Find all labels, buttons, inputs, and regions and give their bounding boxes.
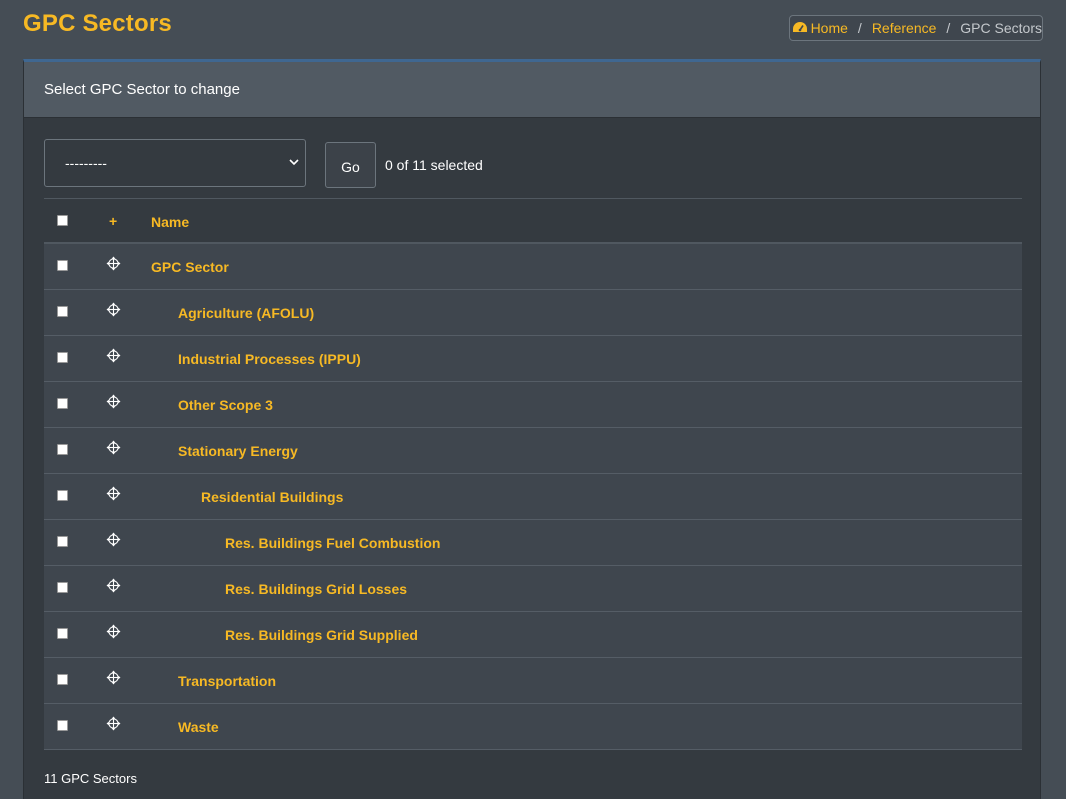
table-row: Res. Buildings Fuel Combustion xyxy=(44,520,1022,566)
row-name-link[interactable]: Other Scope 3 xyxy=(178,397,273,413)
table-row: Industrial Processes (IPPU) xyxy=(44,336,1022,382)
row-name-link[interactable]: Res. Buildings Grid Supplied xyxy=(225,627,418,643)
move-icon[interactable] xyxy=(106,440,121,455)
row-name-link[interactable]: Stationary Energy xyxy=(178,443,298,459)
actions-bar: --------- Go 0 of 11 selected xyxy=(44,139,1022,189)
move-icon[interactable] xyxy=(106,256,121,271)
action-select[interactable]: --------- xyxy=(44,139,306,187)
table-row: Res. Buildings Grid Losses xyxy=(44,566,1022,612)
move-icon[interactable] xyxy=(106,670,121,685)
row-checkbox[interactable] xyxy=(57,536,68,547)
table-row: Waste xyxy=(44,704,1022,750)
results-table: + Name GPC Sector Agriculture (AFOLU) Indu… xyxy=(44,198,1022,750)
row-checkbox[interactable] xyxy=(57,352,68,363)
table-header: + Name xyxy=(44,198,1022,244)
move-icon[interactable] xyxy=(106,624,121,639)
chevron-down-icon xyxy=(289,159,299,166)
select-all-checkbox[interactable] xyxy=(57,215,68,226)
table-row: Res. Buildings Grid Supplied xyxy=(44,612,1022,658)
card-header: Select GPC Sector to change xyxy=(24,62,1040,118)
row-name-link[interactable]: Res. Buildings Grid Losses xyxy=(225,581,407,597)
row-checkbox[interactable] xyxy=(57,444,68,455)
breadcrumb-home-link[interactable]: Home xyxy=(811,20,848,36)
move-icon[interactable] xyxy=(106,394,121,409)
table-row: Stationary Energy xyxy=(44,428,1022,474)
selected-count: 0 of 11 selected xyxy=(385,157,483,173)
move-icon[interactable] xyxy=(106,716,121,731)
table-row: Agriculture (AFOLU) xyxy=(44,290,1022,336)
row-name-link[interactable]: Res. Buildings Fuel Combustion xyxy=(225,535,440,551)
action-select-value: --------- xyxy=(65,155,107,171)
row-name-link[interactable]: Industrial Processes (IPPU) xyxy=(178,351,361,367)
row-checkbox[interactable] xyxy=(57,306,68,317)
move-icon[interactable] xyxy=(106,578,121,593)
breadcrumb-reference-link[interactable]: Reference xyxy=(872,20,937,36)
row-name-link[interactable]: Residential Buildings xyxy=(201,489,343,505)
row-name-link[interactable]: GPC Sector xyxy=(151,259,229,275)
page-title: GPC Sectors xyxy=(23,10,172,37)
move-icon[interactable] xyxy=(106,302,121,317)
go-button[interactable]: Go xyxy=(325,142,376,188)
row-name-link[interactable]: Transportation xyxy=(178,673,276,689)
row-checkbox[interactable] xyxy=(57,674,68,685)
table-row: GPC Sector xyxy=(44,244,1022,290)
row-name-link[interactable]: Waste xyxy=(178,719,219,735)
breadcrumb-separator: / xyxy=(946,20,951,36)
result-count: 11 GPC Sectors xyxy=(44,771,137,786)
column-header-add[interactable]: + xyxy=(109,213,117,229)
move-icon[interactable] xyxy=(106,348,121,363)
row-checkbox[interactable] xyxy=(57,720,68,731)
column-header-name[interactable]: Name xyxy=(151,214,189,230)
move-icon[interactable] xyxy=(106,486,121,501)
table-row: Residential Buildings xyxy=(44,474,1022,520)
breadcrumb-current: GPC Sectors xyxy=(960,20,1042,36)
row-checkbox[interactable] xyxy=(57,490,68,501)
tachometer-icon xyxy=(792,22,807,32)
table-body: GPC Sector Agriculture (AFOLU) Industrial … xyxy=(44,244,1022,750)
row-checkbox[interactable] xyxy=(57,398,68,409)
table-row: Transportation xyxy=(44,658,1022,704)
row-checkbox[interactable] xyxy=(57,582,68,593)
table-row: Other Scope 3 xyxy=(44,382,1022,428)
row-checkbox[interactable] xyxy=(57,628,68,639)
breadcrumb: Home / Reference / GPC Sectors xyxy=(788,15,1043,41)
row-name-link[interactable]: Agriculture (AFOLU) xyxy=(178,305,314,321)
move-icon[interactable] xyxy=(106,532,121,547)
changelist-card: Select GPC Sector to change --------- Go… xyxy=(23,59,1041,799)
row-checkbox[interactable] xyxy=(57,260,68,271)
breadcrumb-separator: / xyxy=(857,20,862,36)
